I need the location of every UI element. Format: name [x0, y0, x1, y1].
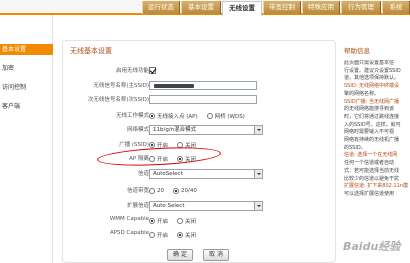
network-mode-select[interactable]: 11b/g/n混合模式 — [149, 124, 263, 135]
help-line: 时，它们将通过跳线连接 — [344, 113, 400, 120]
top-tab-bar: 运行状态 基本设置 无线设置 带宽控制 特殊应用 行为管理 系统 — [0, 0, 410, 16]
ap-isolation-off-label: 关闭 — [185, 156, 197, 163]
enable-wireless-row: 启用无线功能 — [63, 65, 337, 76]
wmm-on-label: 开启 — [157, 218, 169, 225]
ext-channel-select[interactable]: Auto Select — [149, 200, 263, 211]
chevron-down-icon — [254, 125, 262, 134]
network-mode-value: 11b/g/n混合模式 — [153, 126, 197, 133]
ap-isolation-off-radio[interactable] — [177, 155, 184, 162]
help-line: 道，其他选项保持默认。 — [344, 75, 400, 82]
apsd-on-radio[interactable] — [149, 231, 155, 238]
work-mode-wds-radio[interactable] — [206, 112, 213, 119]
bandwidth-2040-radio[interactable] — [173, 187, 179, 194]
channel-row: 信道 AutoSelect — [63, 168, 337, 179]
tab-bandwidth-control[interactable]: 带宽控制 — [263, 1, 301, 14]
work-mode-ap-label: 无线接入点 (AP) — [157, 113, 198, 120]
help-line: 的无线网络能搜寻到该 — [344, 106, 395, 113]
apsd-label: APSD Capable — [109, 230, 149, 236]
confirm-button[interactable]: 确 定 — [167, 249, 193, 261]
tab-special-apps[interactable]: 特殊应用 — [302, 1, 340, 14]
help-title: 帮助信息 — [344, 47, 370, 55]
help-line: 网络有持续的无线机广播 — [344, 137, 400, 144]
help-panel: 帮助信息 此页面只需设置基本信 行设置。建议只设置SSID 道，其他选项保持默认。 S… — [341, 40, 410, 263]
sidebar-item-access-control[interactable]: 访问控制 — [0, 82, 53, 93]
cancel-button[interactable]: 取 消 — [203, 249, 229, 261]
watermark-logo: Baidu经验 — [343, 240, 401, 253]
channel-select[interactable]: AutoSelect — [149, 168, 263, 179]
sidebar: 基本设置 加密 访问控制 客户端 — [0, 15, 53, 263]
wmm-on-radio[interactable] — [149, 217, 155, 224]
ssid2-input[interactable] — [149, 95, 257, 104]
apsd-on-label: 开启 — [157, 232, 169, 239]
apsd-off-label: 关闭 — [185, 232, 197, 239]
network-mode-label: 网络模式 — [126, 127, 149, 133]
page-title: 无线基本设置 — [70, 47, 112, 55]
apsd-off-radio[interactable] — [177, 231, 184, 238]
apsd-row: APSD Capable 开启 关闭 — [63, 229, 337, 240]
sidebar-item-encryption[interactable]: 加密 — [0, 63, 53, 74]
wireless-basic-settings-panel: 无线基本设置 启用无线功能 无线信号名称(主SSID) 次无线信号名称(次SSI… — [62, 40, 336, 263]
bandwidth-20-radio[interactable] — [149, 187, 155, 194]
network-mode-row: 网络模式 11b/g/n混合模式 — [63, 124, 337, 135]
broadcast-on-radio[interactable] — [149, 141, 155, 148]
help-line: 信道: 选择一个在无线网 — [344, 152, 398, 159]
bandwidth-20-label: 20 — [157, 187, 164, 194]
help-line: SSID: 无线网络中终端设 — [344, 83, 399, 90]
wmm-off-label: 关闭 — [185, 218, 197, 225]
tab-behavior-management[interactable]: 行为管理 — [341, 1, 381, 14]
ext-channel-label: 扩展信道 — [126, 203, 149, 209]
help-line: 任何一个信道或者自动 — [344, 160, 395, 167]
enable-wireless-checkbox[interactable] — [149, 67, 156, 74]
ap-isolation-row: AP 隔离 开启 关闭 — [63, 153, 337, 164]
ext-channel-value: Auto Select — [153, 202, 185, 209]
broadcast-label: 广播 (SSID) — [119, 142, 149, 148]
sidebar-item-basic-settings[interactable]: 基本设置 — [0, 44, 53, 55]
redacted-mark — [154, 84, 194, 88]
ap-isolation-on-radio[interactable] — [149, 155, 155, 162]
help-line: 网络时需要输入不可视 — [344, 129, 395, 136]
wmm-off-radio[interactable] — [177, 217, 184, 224]
tab-status[interactable]: 运行状态 — [142, 1, 180, 14]
help-line: 式：若可能选择当前无线 — [344, 167, 400, 174]
help-text: 此页面只需设置基本信 行设置。建议只设置SSID 道，其他选项保持默认。 SSID: … — [344, 60, 410, 199]
channel-value: AutoSelect — [153, 170, 183, 177]
chevron-down-icon — [254, 201, 262, 210]
ext-channel-row: 扩展信道 Auto Select — [63, 200, 337, 211]
help-line: 擎的网络名称。 — [344, 90, 380, 97]
work-mode-wds-label: 网桥 (WDS) — [214, 113, 245, 120]
tab-basic-settings[interactable]: 基本设置 — [181, 1, 221, 14]
help-line: 此页面只需设置基本信 — [344, 60, 395, 66]
bandwidth-2040-label: 20/40 — [181, 187, 197, 194]
ssid2-row: 次无线信号名称(次SSID) — [63, 94, 337, 105]
channel-label: 信道 — [137, 171, 149, 177]
bandwidth-row: 信道带宽 20 20/40 — [63, 185, 337, 196]
tab-system[interactable]: 系统 — [382, 1, 410, 14]
ssid2-label: 次无线信号名称(次SSID) — [87, 97, 149, 103]
bandwidth-label: 信道带宽 — [126, 188, 149, 194]
tab-wireless-settings[interactable]: 无线设置 — [222, 1, 262, 16]
help-line: 扩展信道: 扩下来802.11n模 — [344, 183, 408, 190]
chevron-down-icon — [254, 169, 262, 178]
enable-wireless-label: 启用无线功能 — [115, 68, 149, 74]
ap-isolation-on-label: 开启 — [157, 156, 169, 163]
work-mode-label: 无线工作模式 — [115, 113, 149, 119]
help-line: 可以选择扩展信道使用 — [344, 190, 395, 197]
work-mode-row: 无线工作模式 无线接入点 (AP) 网桥 (WDS) — [63, 110, 337, 121]
wmm-label: WMM Capable — [109, 216, 149, 222]
work-mode-ap-radio[interactable] — [149, 112, 155, 119]
wmm-row: WMM Capable 开启 关闭 — [63, 215, 337, 226]
ap-isolation-label: AP 隔离 — [129, 156, 149, 162]
ssid1-row: 无线信号名称(主SSID) — [63, 80, 337, 91]
ssid1-label: 无线信号名称(主SSID) — [93, 83, 149, 89]
ssid1-input[interactable] — [149, 81, 257, 90]
sidebar-item-clients[interactable]: 客户端 — [0, 101, 53, 112]
